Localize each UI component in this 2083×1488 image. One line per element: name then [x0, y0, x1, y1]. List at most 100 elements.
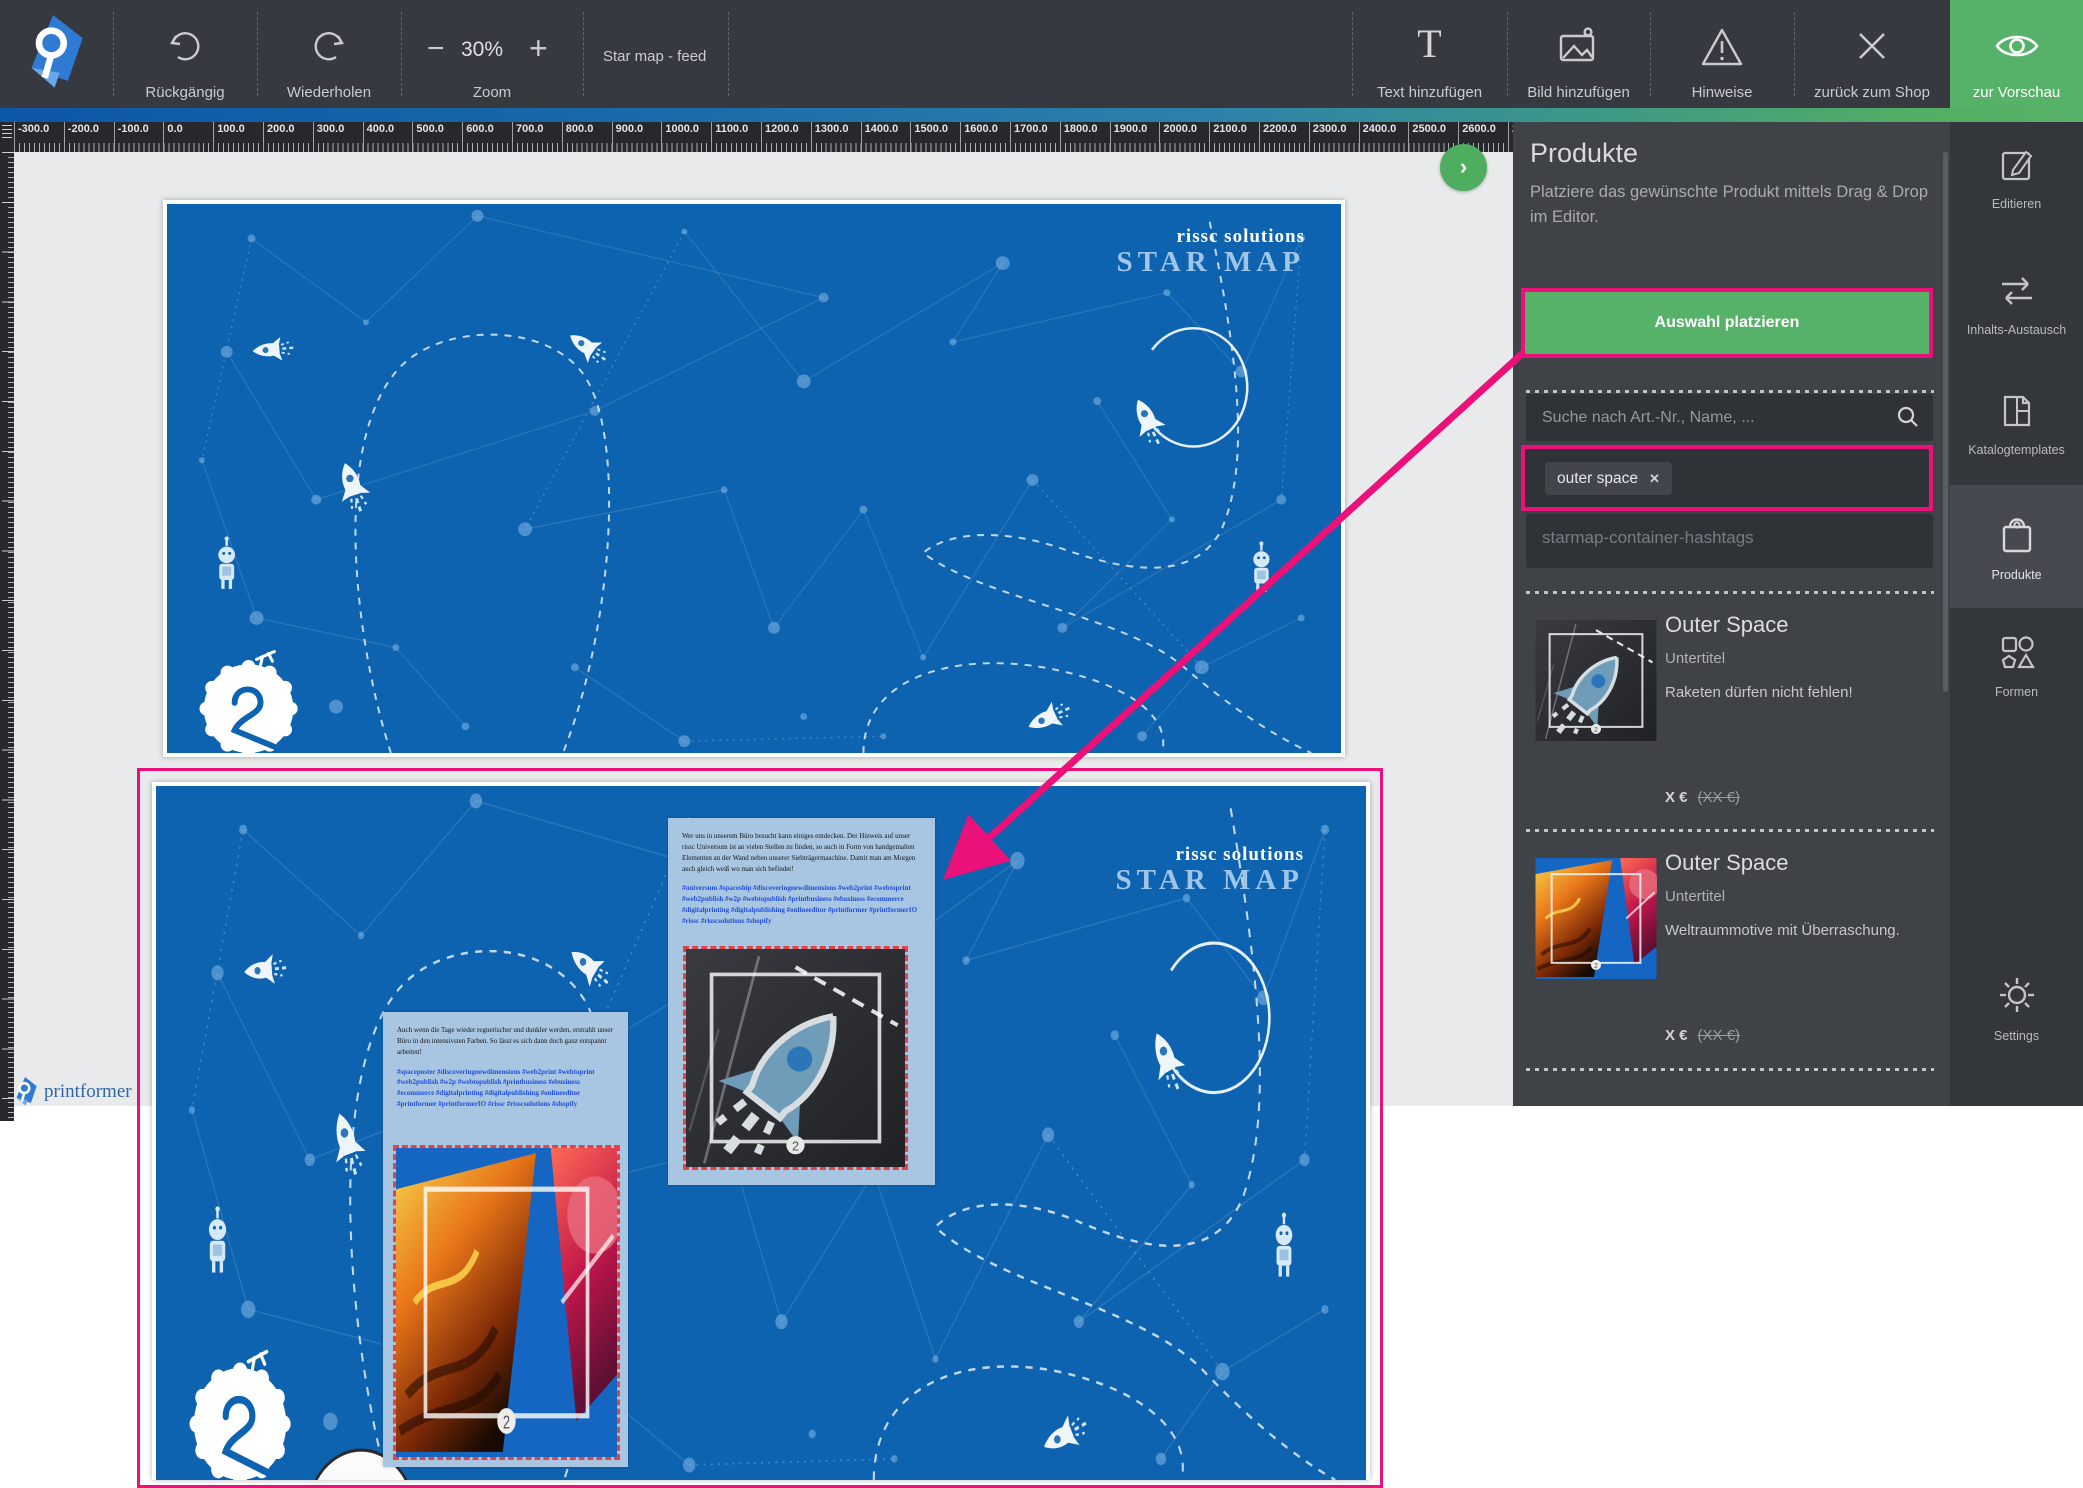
product-thumbnail-lava[interactable]: 2	[1535, 858, 1657, 979]
ruler-label: 100.0	[213, 122, 245, 152]
ruler-label: 200.0	[263, 122, 295, 152]
hints-button[interactable]: Hinweise	[1650, 0, 1794, 108]
rail-label: Inhalts-Austausch	[1950, 323, 2083, 337]
products-panel: Produkte Platziere das gewünschte Produk…	[1513, 122, 1950, 1106]
search-box	[1526, 394, 1933, 441]
placed-product-lava[interactable]: Auch wenn die Tage wieder regnerischer u…	[383, 1012, 628, 1467]
preview-label: zur Vorschau	[1973, 84, 2061, 101]
ruler-label: 2200.0	[1259, 122, 1297, 152]
ruler-label: 1600.0	[960, 122, 998, 152]
product-thumbnail-rocket[interactable]: 2	[1535, 620, 1657, 741]
ruler-label: 300.0	[313, 122, 345, 152]
placed-image-rocket[interactable]: 2	[683, 946, 908, 1170]
rail-label: Formen	[1950, 685, 2083, 699]
brand-line2: STAR MAP	[1117, 246, 1305, 279]
zoom-value: 30%	[461, 38, 503, 62]
rail-item-editieren[interactable]: Editieren	[1950, 144, 2083, 244]
ruler-label: 2100.0	[1209, 122, 1247, 152]
panel-title: Produkte	[1530, 138, 1638, 169]
toolbar-separator	[583, 12, 584, 96]
toolbar: Rückgängig Wiederholen − 30% + Zoom Star…	[0, 0, 2083, 108]
image-icon	[1555, 24, 1603, 75]
starmap-brand: rissc solutions STAR MAP	[1116, 844, 1304, 897]
placed-paragraph: Auch wenn die Tage wieder regnerischer u…	[397, 1025, 616, 1058]
product-description: Weltraummotive mit Überraschung.	[1665, 922, 1900, 939]
ruler-label: -100.0	[114, 122, 149, 152]
tag-remove-icon[interactable]: ✕	[1649, 471, 1660, 486]
ruler-label: 400.0	[363, 122, 395, 152]
svg-text:2: 2	[503, 1414, 510, 1434]
edit-icon	[1996, 144, 2038, 186]
add-image-button[interactable]: Bild hinzufügen	[1507, 0, 1650, 108]
zoom-in-button[interactable]: +	[529, 30, 548, 67]
ruler-label: 1900.0	[1110, 122, 1148, 152]
ruler-menu-icon[interactable]	[0, 122, 14, 152]
dashed-separator	[1526, 829, 1934, 832]
svg-text:2: 2	[792, 1139, 799, 1154]
brand-line1: rissc solutions	[1116, 844, 1304, 866]
hashtag-filter-box[interactable]: starmap-container-hashtags	[1526, 514, 1933, 568]
preview-button[interactable]: zur Vorschau	[1950, 0, 2083, 108]
ruler-label: 1700.0	[1010, 122, 1048, 152]
redo-icon	[306, 24, 352, 75]
document-page-1[interactable]: rissc solutions STAR MAP	[163, 200, 1345, 757]
search-icon[interactable]	[1895, 404, 1921, 435]
place-selection-button[interactable]: Auswahl platzieren	[1525, 292, 1929, 354]
zoom-out-button[interactable]: −	[427, 32, 445, 66]
ruler-label: 2300.0	[1309, 122, 1347, 152]
redo-button[interactable]: Wiederholen	[257, 0, 401, 108]
starmap-artwork: rissc solutions STAR MAP	[167, 204, 1341, 753]
product-description: Raketen dürfen nicht fehlen!	[1665, 684, 1853, 701]
product-price: X €(XX €)	[1665, 789, 1740, 806]
rail-label: Produkte	[1950, 568, 2083, 582]
ruler-ticks	[2, 152, 14, 1121]
place-selection-container: Auswahl platzieren	[1525, 292, 1929, 354]
ruler-label: 1100.0	[711, 122, 748, 152]
ruler-label: 700.0	[512, 122, 544, 152]
shapes-icon	[1995, 632, 2039, 674]
ruler-label: -200.0	[64, 122, 99, 152]
printformer-logo-icon[interactable]	[20, 12, 86, 99]
rail-label: Settings	[1950, 1029, 2083, 1043]
rail-item-settings[interactable]: Settings	[1950, 972, 2083, 1072]
product-title: Outer Space	[1665, 850, 1789, 876]
svg-text:2: 2	[1594, 727, 1598, 734]
price-current: X €	[1665, 1027, 1688, 1044]
text-icon: T	[1417, 20, 1441, 67]
close-icon	[1850, 24, 1894, 73]
ruler-label: 2400.0	[1359, 122, 1397, 152]
ruler-label: 2500.0	[1408, 122, 1446, 152]
price-current: X €	[1665, 789, 1688, 806]
panel-scrollbar[interactable]	[1943, 152, 1948, 692]
dashed-separator	[1526, 1068, 1934, 1071]
brand-line2: STAR MAP	[1116, 864, 1304, 897]
ruler-label: 1400.0	[861, 122, 899, 152]
search-input[interactable]	[1526, 394, 1933, 441]
placed-image-lava[interactable]: 2	[393, 1145, 620, 1460]
rail-item-katalogtemplates[interactable]: Katalogtemplates	[1950, 390, 2083, 490]
tag-chip[interactable]: outer space✕	[1545, 462, 1672, 495]
hashtag-filter-label: starmap-container-hashtags	[1542, 528, 1754, 548]
vertical-ruler[interactable]	[0, 152, 14, 1121]
undo-button[interactable]: Rückgängig	[113, 0, 257, 108]
tag-box[interactable]: outer space✕	[1525, 449, 1929, 507]
add-text-button[interactable]: T Text hinzufügen	[1352, 0, 1507, 108]
product-price: X €(XX €)	[1665, 1027, 1740, 1044]
printformer-watermark: printformer	[12, 1076, 132, 1108]
printformer-logo-icon	[12, 1076, 38, 1108]
panel-expand-button[interactable]: ›	[1440, 144, 1487, 191]
add-image-label: Bild hinzufügen	[1527, 84, 1630, 101]
placed-paragraph: Wer uns in unserem Büro besucht kann ein…	[682, 831, 923, 874]
rail-item-produkte[interactable]: Produkte	[1950, 485, 2083, 608]
horizontal-ruler[interactable]: -300.0-200.0-100.00.0100.0200.0300.0400.…	[14, 122, 1513, 152]
placed-product-rocket[interactable]: Wer uns in unserem Büro besucht kann ein…	[668, 818, 935, 1185]
back-to-shop-button[interactable]: zurück zum Shop	[1794, 0, 1950, 108]
ruler-label: 900.0	[612, 122, 644, 152]
rail-item-inhalts-austausch[interactable]: Inhalts-Austausch	[1950, 270, 2083, 370]
ruler-label: 500.0	[412, 122, 444, 152]
ruler-label: 600.0	[462, 122, 494, 152]
watermark-label: printformer	[44, 1081, 132, 1103]
rail-label: Katalogtemplates	[1950, 443, 2083, 457]
rail-item-formen[interactable]: Formen	[1950, 632, 2083, 732]
tool-rail: Editieren Inhalts-Austausch Katalogtempl…	[1950, 122, 2083, 1106]
